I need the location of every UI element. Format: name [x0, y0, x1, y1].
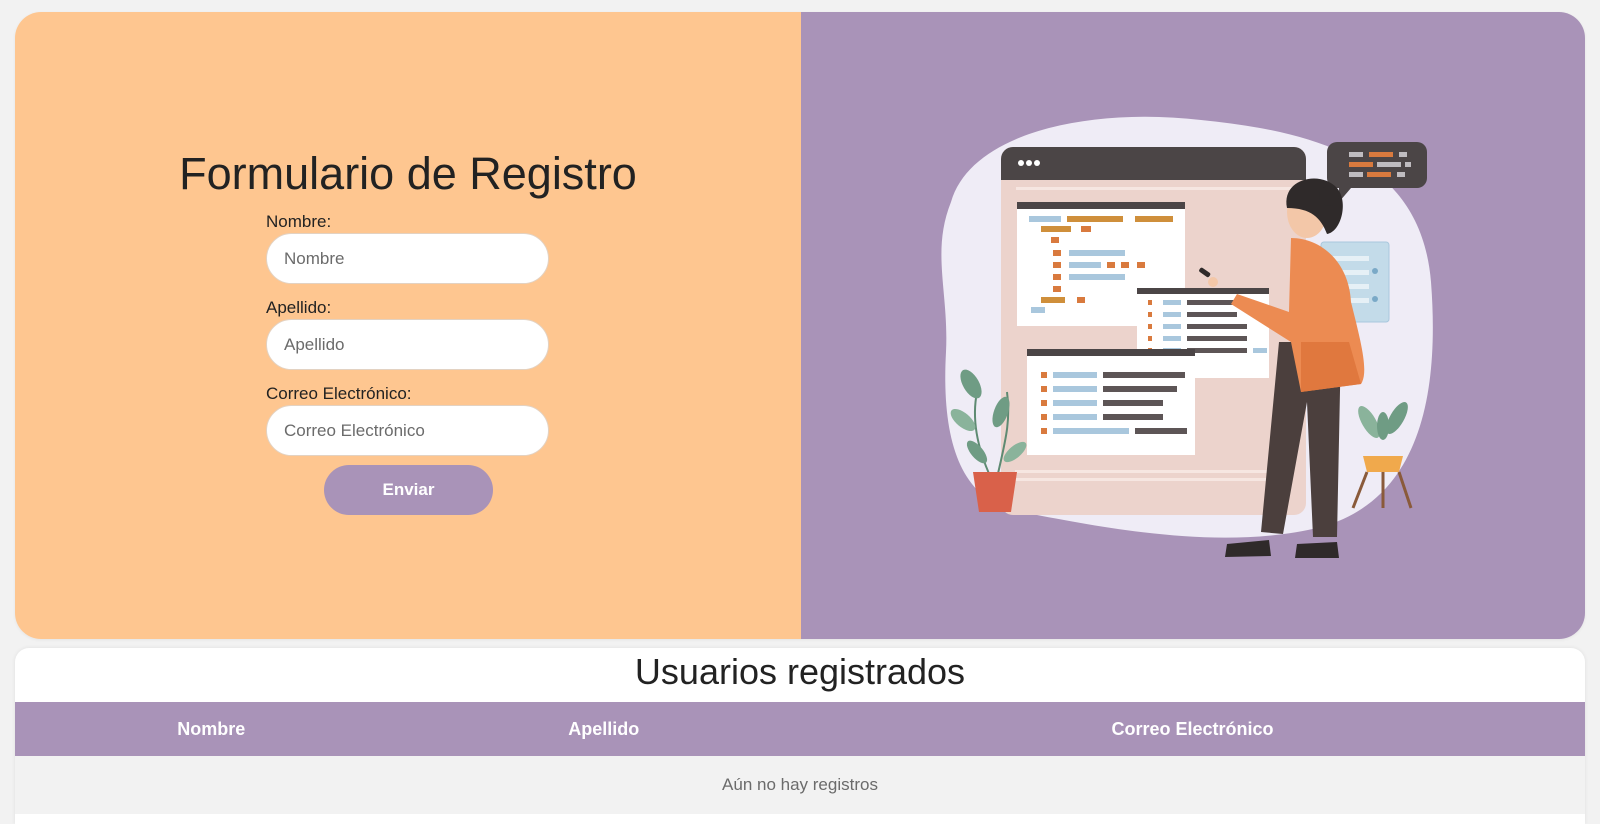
empty-message: Aún no hay registros	[15, 756, 1585, 814]
users-title: Usuarios registrados	[634, 651, 966, 692]
column-header-correo: Correo Electrónico	[1111, 718, 1274, 739]
nombre-label: Nombre:	[266, 212, 332, 231]
email-label: Correo Electrónico:	[266, 384, 412, 403]
email-input[interactable]	[266, 405, 549, 456]
form-title: Formulario de Registro	[179, 148, 637, 199]
registration-card: Formulario de Registro Nombre: Apellido:…	[15, 12, 1585, 639]
registration-form-panel: Formulario de Registro Nombre: Apellido:…	[15, 12, 801, 639]
illustration-panel	[801, 12, 1585, 639]
column-header-nombre: Nombre	[177, 718, 246, 739]
column-header-apellido: Apellido	[568, 718, 640, 739]
developer-coding-illustration	[941, 116, 1433, 558]
nombre-input[interactable]	[266, 233, 549, 284]
table-header-row: Nombre Apellido Correo Electrónico	[15, 702, 1585, 756]
submit-button[interactable]: Enviar	[324, 465, 493, 515]
users-table: Nombre Apellido Correo Electrónico Aún n…	[15, 702, 1585, 814]
registered-users-section: Usuarios registrados Nombre Apellido Cor…	[15, 648, 1585, 824]
table-row: Aún no hay registros	[15, 756, 1585, 814]
apellido-label: Apellido:	[266, 298, 332, 317]
apellido-input[interactable]	[266, 319, 549, 370]
